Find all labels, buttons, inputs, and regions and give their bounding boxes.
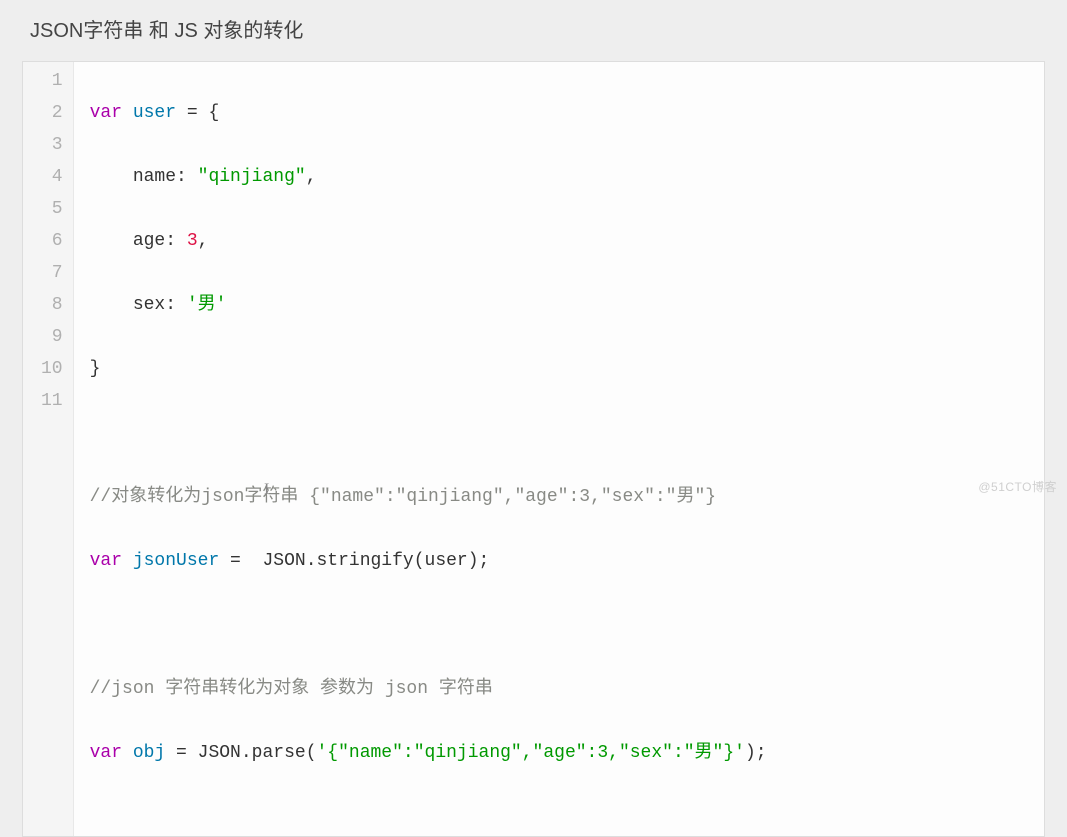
variable: obj [133,743,165,763]
line-number: 1 [41,65,63,97]
method: parse [252,743,306,763]
line-number-gutter: 1 2 3 4 5 6 7 8 9 10 11 [23,62,74,836]
code-line [90,417,1044,449]
paren-open: ( [414,551,425,571]
line-number: 9 [41,321,63,353]
code-block: 1 2 3 4 5 6 7 8 9 10 11 var user = { nam… [22,61,1045,837]
string-literal: "qinjiang" [198,167,306,187]
dot: . [241,743,252,763]
code-line: name: "qinjiang", [90,161,1044,193]
punct: = { [176,103,219,123]
number-literal: 3 [187,231,198,251]
line-number: 6 [41,225,63,257]
line-number: 3 [41,129,63,161]
comment: //json 字符串转化为对象 参数为 json 字符串 [90,679,493,699]
comma: , [306,167,317,187]
code-line: var jsonUser = JSON.stringify(user); [90,545,1044,577]
colon: : [176,167,198,187]
line-number: 11 [41,385,63,417]
string-literal: '{"name":"qinjiang","age":3,"sex":"男"}' [317,743,745,763]
line-number: 8 [41,289,63,321]
comma: , [198,231,209,251]
code-line: age: 3, [90,225,1044,257]
code-line [90,609,1044,641]
object: JSON [198,743,241,763]
colon: : [165,231,187,251]
indent [90,295,133,315]
code-line: } [90,353,1044,385]
colon: : [165,295,187,315]
brace: } [90,359,101,379]
line-number: 7 [41,257,63,289]
code-line: var user = { [90,97,1044,129]
property: age [133,231,165,251]
string-literal: '男' [187,295,227,315]
keyword: var [90,551,122,571]
line-number: 10 [41,353,63,385]
text-cursor-icon: I [264,481,269,499]
comment: //对象转化为json字符串 {"name":"qinjiang","age":… [90,487,716,507]
method: stringify [317,551,414,571]
keyword: var [90,103,122,123]
dot: . [306,551,317,571]
line-number: 4 [41,161,63,193]
indent [90,167,133,187]
line-number: 5 [41,193,63,225]
keyword: var [90,743,122,763]
section-heading: JSON字符串 和 JS 对象的转化 [0,0,1067,43]
watermark: @51CTO博客 [978,478,1057,495]
paren-open: ( [306,743,317,763]
object: JSON [262,551,305,571]
line-number: 2 [41,97,63,129]
code-line: sex: '男' [90,289,1044,321]
indent [90,231,133,251]
paren-close: ); [468,551,490,571]
code-line: //对象转化为json字符串 {"name":"qinjiang","age":… [90,481,1044,513]
paren-close: ); [745,743,767,763]
property: sex [133,295,165,315]
property: name [133,167,176,187]
equals: = [165,743,197,763]
equals: = [219,551,262,571]
variable: user [133,103,176,123]
code-line: var obj = JSON.parse('{"name":"qinjiang"… [90,737,1044,769]
code-content: var user = { name: "qinjiang", age: 3, s… [74,62,1044,836]
variable: jsonUser [133,551,219,571]
argument: user [425,551,468,571]
code-line: //json 字符串转化为对象 参数为 json 字符串 [90,673,1044,705]
